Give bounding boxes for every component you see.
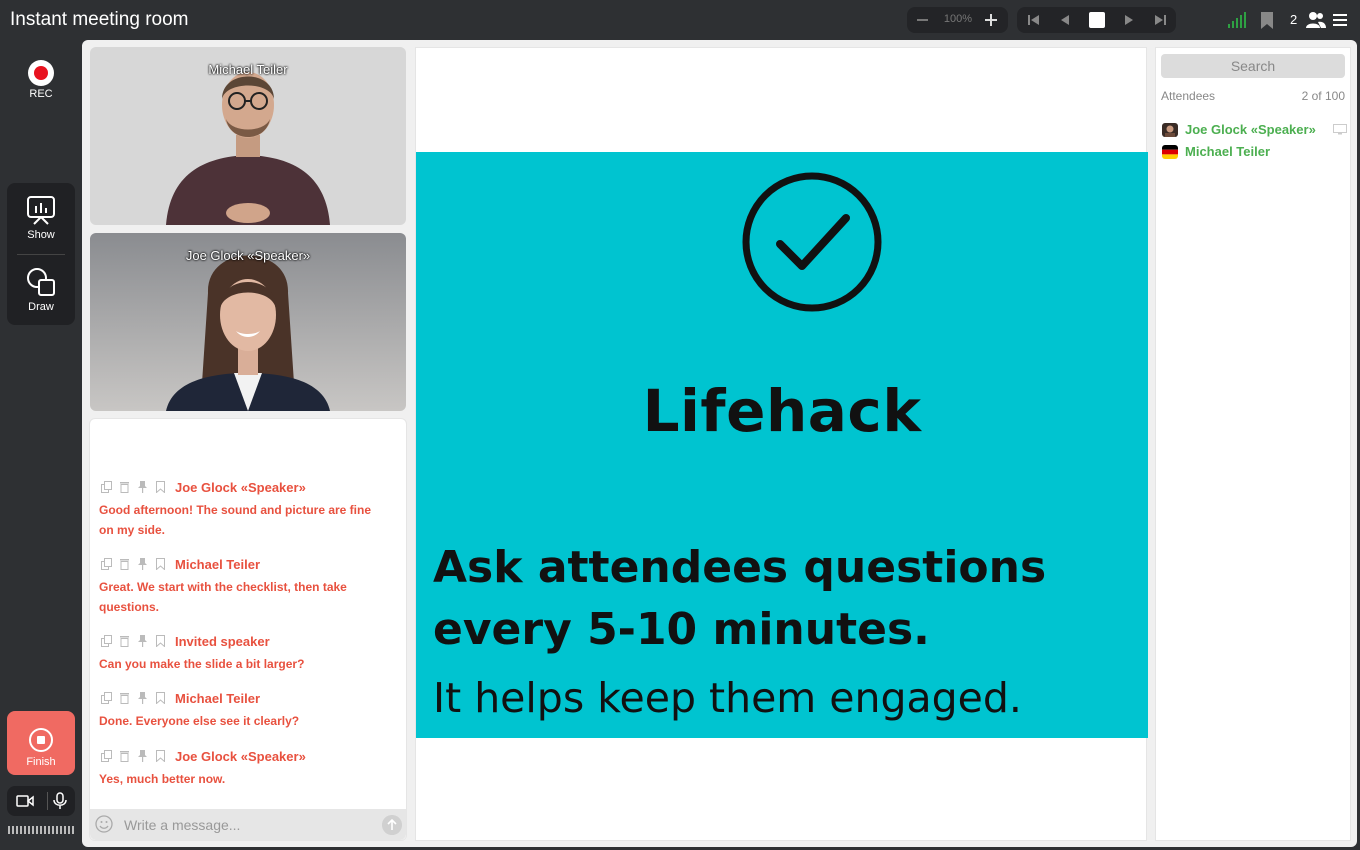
slide-text-line: Ask attendees questions	[433, 542, 1047, 593]
draw-button[interactable]: Draw	[7, 267, 75, 313]
slide-heading: Lifehack	[642, 377, 922, 445]
copy-icon[interactable]	[101, 692, 112, 704]
avatar-icon	[1162, 123, 1178, 137]
first-slide-icon[interactable]	[1027, 13, 1041, 27]
draw-label: Draw	[28, 301, 54, 313]
previous-slide-icon[interactable]	[1058, 13, 1072, 27]
message-text: Great. We start with the checklist, then…	[99, 580, 347, 614]
participant-name: Joe Glock «Speaker»	[185, 248, 311, 263]
media-controls	[7, 786, 75, 816]
last-slide-icon[interactable]	[1153, 13, 1167, 27]
bookmark-icon[interactable]	[155, 635, 166, 647]
presentation-tools: Show Draw	[7, 183, 75, 325]
zoom-controls: 100%	[907, 7, 1008, 33]
presentation-icon	[27, 196, 55, 225]
presentation-stage: Lifehack Ask attendees questions every 5…	[415, 47, 1148, 841]
pin-icon[interactable]	[137, 692, 148, 704]
pin-icon[interactable]	[137, 750, 148, 762]
video-tile-joe-glock[interactable]: Joe Glock «Speaker»	[90, 233, 406, 411]
message-text: Can you make the slide a bit larger?	[99, 657, 305, 671]
send-icon[interactable]	[382, 815, 402, 835]
message-author[interactable]: Michael Teiler	[175, 691, 260, 706]
chat-message: Invited speaker Can you make the slide a…	[99, 634, 389, 674]
message-input[interactable]	[124, 814, 364, 836]
delete-icon[interactable]	[119, 481, 130, 493]
copy-icon[interactable]	[101, 558, 112, 570]
media-divider	[47, 792, 48, 810]
message-author[interactable]: Invited speaker	[175, 634, 270, 649]
slide: Lifehack Ask attendees questions every 5…	[416, 152, 1148, 738]
current-slide-thumbnail[interactable]	[1089, 12, 1105, 28]
message-text: Done. Everyone else see it clearly?	[99, 714, 300, 728]
slide-navigation	[1017, 7, 1176, 33]
copy-icon[interactable]	[101, 481, 112, 493]
shapes-icon	[27, 268, 55, 296]
show-label: Show	[27, 229, 55, 241]
copy-icon[interactable]	[101, 750, 112, 762]
chat-message: Joe Glock «Speaker» Yes, much better now…	[99, 749, 389, 789]
menu-icon[interactable]	[1333, 13, 1347, 27]
delete-icon[interactable]	[119, 635, 130, 647]
attendee-item[interactable]: Michael Teiler	[1161, 143, 1347, 161]
signal-strength-icon	[1228, 12, 1246, 28]
attendees-panel: Attendees 2 of 100 Joe Glock «Speaker» M…	[1155, 47, 1351, 841]
chat-message: Michael Teiler Done. Everyone else see i…	[99, 691, 389, 731]
copy-icon[interactable]	[101, 635, 112, 647]
delete-icon[interactable]	[119, 750, 130, 762]
video-tile-michael-teiler[interactable]: Michael Teiler	[90, 47, 406, 225]
bookmark-icon[interactable]	[155, 481, 166, 493]
record-icon	[28, 60, 54, 86]
delete-icon[interactable]	[119, 558, 130, 570]
zoom-out-button[interactable]	[917, 19, 928, 21]
chat-message: Joe Glock «Speaker» Good afternoon! The …	[99, 480, 389, 540]
attendee-name: Michael Teiler	[1185, 144, 1271, 159]
attendee-name: Joe Glock «Speaker»	[1185, 122, 1316, 137]
bookmark-icon[interactable]	[1260, 12, 1274, 29]
bookmark-icon[interactable]	[155, 558, 166, 570]
chat-message: Michael Teiler Great. We start with the …	[99, 557, 389, 617]
pin-icon[interactable]	[137, 635, 148, 647]
screen-share-icon[interactable]	[1333, 124, 1347, 135]
bookmark-icon[interactable]	[155, 692, 166, 704]
tools-divider	[17, 254, 65, 255]
attendees-label: Attendees	[1161, 89, 1216, 103]
message-text: Yes, much better now.	[99, 772, 226, 786]
emoji-icon[interactable]	[95, 815, 113, 833]
message-text: Good afternoon! The sound and picture ar…	[99, 503, 372, 537]
slide-text-line: every 5-10 minutes.	[433, 604, 930, 655]
camera-icon[interactable]	[16, 794, 34, 808]
delete-icon[interactable]	[119, 692, 130, 704]
attendees-icon[interactable]	[1306, 11, 1326, 29]
zoom-level: 100%	[943, 13, 973, 25]
top-bar: Instant meeting room 100% 2	[0, 0, 1360, 40]
finish-label: Finish	[26, 756, 56, 768]
message-composer	[90, 809, 406, 840]
show-button[interactable]: Show	[7, 195, 75, 241]
microphone-icon[interactable]	[53, 792, 67, 810]
chat-panel: Joe Glock «Speaker» Good afternoon! The …	[89, 418, 407, 841]
bookmark-icon[interactable]	[155, 750, 166, 762]
next-slide-icon[interactable]	[1122, 13, 1136, 27]
message-author[interactable]: Joe Glock «Speaker»	[175, 749, 306, 764]
meeting-title: Instant meeting room	[10, 9, 189, 30]
audio-level-meter	[8, 826, 74, 834]
attendees-count: 2 of 100	[1301, 89, 1345, 103]
stop-icon	[29, 728, 53, 752]
checkmark-icon	[742, 172, 882, 312]
record-button[interactable]: REC	[18, 60, 64, 102]
search-input[interactable]	[1161, 54, 1345, 78]
message-author[interactable]: Joe Glock «Speaker»	[175, 480, 306, 495]
attendee-count: 2	[1290, 12, 1298, 27]
finish-button[interactable]: Finish	[7, 711, 75, 775]
pin-icon[interactable]	[137, 481, 148, 493]
attendee-item[interactable]: Joe Glock «Speaker»	[1161, 121, 1347, 139]
german-flag-icon	[1162, 145, 1178, 159]
participant-name: Michael Teiler	[208, 62, 288, 77]
record-label: REC	[29, 88, 53, 100]
message-author[interactable]: Michael Teiler	[175, 557, 260, 572]
slide-text-line: It helps keep them engaged.	[433, 674, 1022, 722]
pin-icon[interactable]	[137, 558, 148, 570]
